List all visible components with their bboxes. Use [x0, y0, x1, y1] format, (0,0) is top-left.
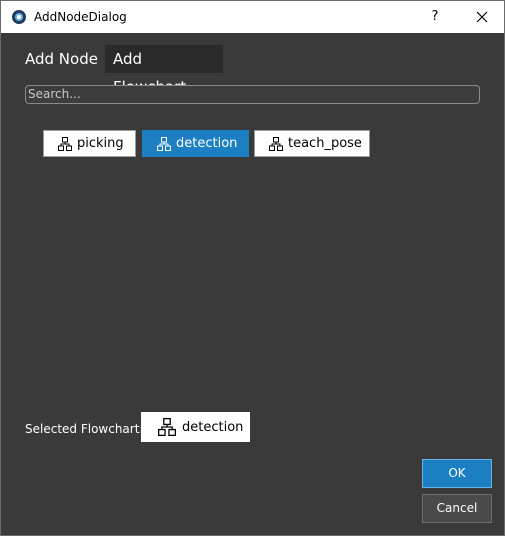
app-logo-icon: [12, 10, 26, 24]
flowchart-item-label: teach_pose: [288, 136, 362, 151]
flowchart-item-label: picking: [77, 136, 124, 151]
flowchart-icon: [269, 136, 283, 151]
flowchart-icon: [157, 136, 171, 151]
flowchart-item-label: detection: [176, 136, 238, 151]
selected-flowchart-text: detection: [182, 419, 244, 435]
flowchart-icon: [58, 136, 72, 151]
cancel-button[interactable]: Cancel: [422, 494, 492, 523]
flowchart-item-teach-pose[interactable]: teach_pose: [254, 130, 370, 157]
selected-flowchart-label: Selected Flowchart:: [25, 422, 144, 436]
close-button[interactable]: [460, 3, 504, 31]
title-bar: AddNodeDialog ?: [1, 1, 504, 33]
search-input[interactable]: [25, 85, 480, 104]
ok-button[interactable]: OK: [422, 459, 492, 488]
add-node-dialog: AddNodeDialog ? Add Node Add Flowchart p…: [0, 0, 505, 536]
flowchart-item-picking[interactable]: picking: [43, 130, 136, 157]
tab-add-node[interactable]: Add Node: [17, 45, 106, 73]
help-button[interactable]: ?: [425, 6, 445, 28]
selected-flowchart-value: detection: [141, 412, 250, 442]
close-icon: [476, 11, 488, 23]
window-title: AddNodeDialog: [34, 10, 127, 24]
flowchart-item-detection[interactable]: detection: [142, 130, 249, 157]
tab-add-flowchart[interactable]: Add Flowchart: [105, 45, 223, 96]
flowchart-icon: [158, 418, 176, 436]
